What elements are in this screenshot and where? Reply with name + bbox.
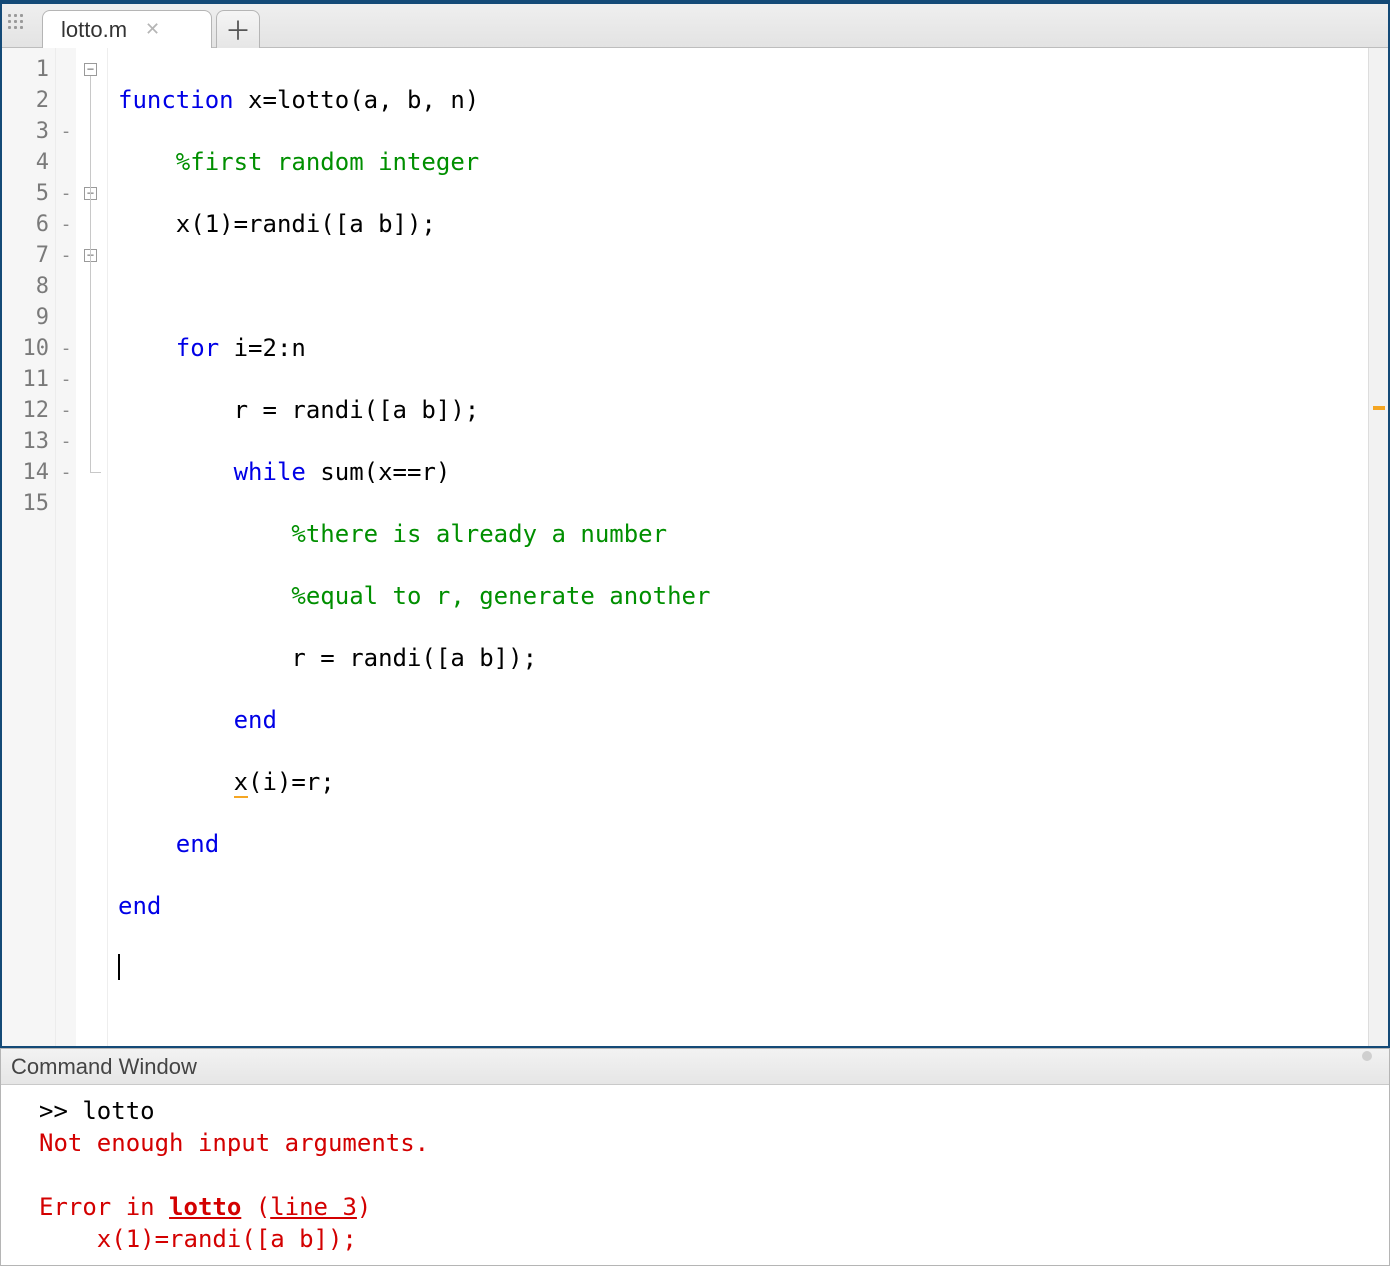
error-link-function[interactable]: lotto (169, 1193, 241, 1221)
prompt: >> (39, 1097, 82, 1125)
error-text: ) (357, 1193, 371, 1221)
line-number: 13 (2, 426, 55, 457)
line-number: 2 (2, 85, 55, 116)
close-icon[interactable]: ✕ (145, 19, 160, 40)
message-bar[interactable] (1368, 48, 1388, 1046)
code-warning: x (234, 768, 248, 798)
code-text: sum(x==r) (306, 458, 451, 486)
code-text: r = randi([a b]); (234, 396, 480, 424)
breakpoint-slot[interactable]: - (56, 116, 76, 147)
breakpoint-slot[interactable]: - (56, 333, 76, 364)
comment: %there is already a number (291, 520, 667, 548)
error-text: x(1)=randi([a b]); (39, 1225, 357, 1253)
kw-for: for (176, 334, 219, 362)
kw-end: end (176, 830, 219, 858)
line-number: 7 (2, 240, 55, 271)
code-text: x(1)=randi([a b]); (176, 210, 436, 238)
fold-toggle[interactable]: − (84, 63, 97, 76)
line-number: 5 (2, 178, 55, 209)
breakpoint-slot[interactable] (56, 488, 76, 519)
error-text: Error in (39, 1193, 169, 1221)
breakpoint-slot[interactable]: - (56, 426, 76, 457)
comment: %first random integer (176, 148, 479, 176)
kw-end: end (118, 892, 161, 920)
breakpoint-slot[interactable] (56, 147, 76, 178)
line-number: 3 (2, 116, 55, 147)
tab-filename: lotto.m (61, 17, 127, 43)
command-window-pane: Command Window >> lotto Not enough input… (0, 1048, 1390, 1266)
code-text: r = randi([a b]); (291, 644, 537, 672)
line-number: 8 (2, 271, 55, 302)
breakpoint-slot[interactable]: - (56, 395, 76, 426)
editor-body: 1 2 3 4 5 6 7 8 9 10 11 12 13 14 15 - - … (2, 48, 1388, 1046)
command-window[interactable]: >> lotto Not enough input arguments. Err… (1, 1085, 1389, 1265)
breakpoint-slot[interactable]: - (56, 457, 76, 488)
new-tab-button[interactable]: ＋ (216, 10, 260, 48)
text-caret (118, 954, 120, 980)
command-input-text: lotto (82, 1097, 154, 1125)
breakpoint-slot[interactable] (56, 271, 76, 302)
error-text: ( (241, 1193, 270, 1221)
fold-gutter: − − − (76, 48, 108, 1046)
line-number: 11 (2, 364, 55, 395)
line-number: 14 (2, 457, 55, 488)
error-link-line[interactable]: line 3 (270, 1193, 357, 1221)
editor-pane: lotto.m ✕ ＋ 1 2 3 4 5 6 7 8 9 10 11 12 1… (0, 0, 1390, 1048)
code-text: i=2:n (219, 334, 306, 362)
breakpoint-slot[interactable] (56, 85, 76, 116)
kw-while: while (234, 458, 306, 486)
breakpoint-slot[interactable]: - (56, 209, 76, 240)
tab-lotto[interactable]: lotto.m ✕ (42, 10, 212, 48)
breakpoint-slot[interactable]: - (56, 178, 76, 209)
warning-marker[interactable] (1373, 406, 1385, 410)
line-number: 12 (2, 395, 55, 426)
breakpoint-gutter[interactable]: - - - - - - - - - (56, 48, 76, 1046)
tab-bar: lotto.m ✕ ＋ (2, 4, 1388, 48)
error-text: Not enough input arguments. (39, 1129, 429, 1157)
line-number: 6 (2, 209, 55, 240)
line-number: 4 (2, 147, 55, 178)
kw-function: function (118, 86, 234, 114)
breakpoint-slot[interactable] (56, 54, 76, 85)
line-number: 15 (2, 488, 55, 519)
line-number: 9 (2, 302, 55, 333)
breakpoint-slot[interactable]: - (56, 240, 76, 271)
line-number: 1 (2, 54, 55, 85)
grip-icon (8, 14, 36, 42)
splitter-handle-icon (1362, 1051, 1372, 1061)
code-text: (i)=r; (248, 768, 335, 796)
comment: %equal to r, generate another (291, 582, 710, 610)
command-window-title: Command Window (1, 1049, 1389, 1085)
code-editor[interactable]: function x=lotto(a, b, n) %first random … (108, 48, 1368, 1046)
code-text: x=lotto(a, b, n) (234, 86, 480, 114)
kw-end: end (234, 706, 277, 734)
plus-icon: ＋ (225, 11, 251, 48)
line-number-gutter: 1 2 3 4 5 6 7 8 9 10 11 12 13 14 15 (2, 48, 56, 1046)
line-number: 10 (2, 333, 55, 364)
breakpoint-slot[interactable]: - (56, 364, 76, 395)
breakpoint-slot[interactable] (56, 302, 76, 333)
